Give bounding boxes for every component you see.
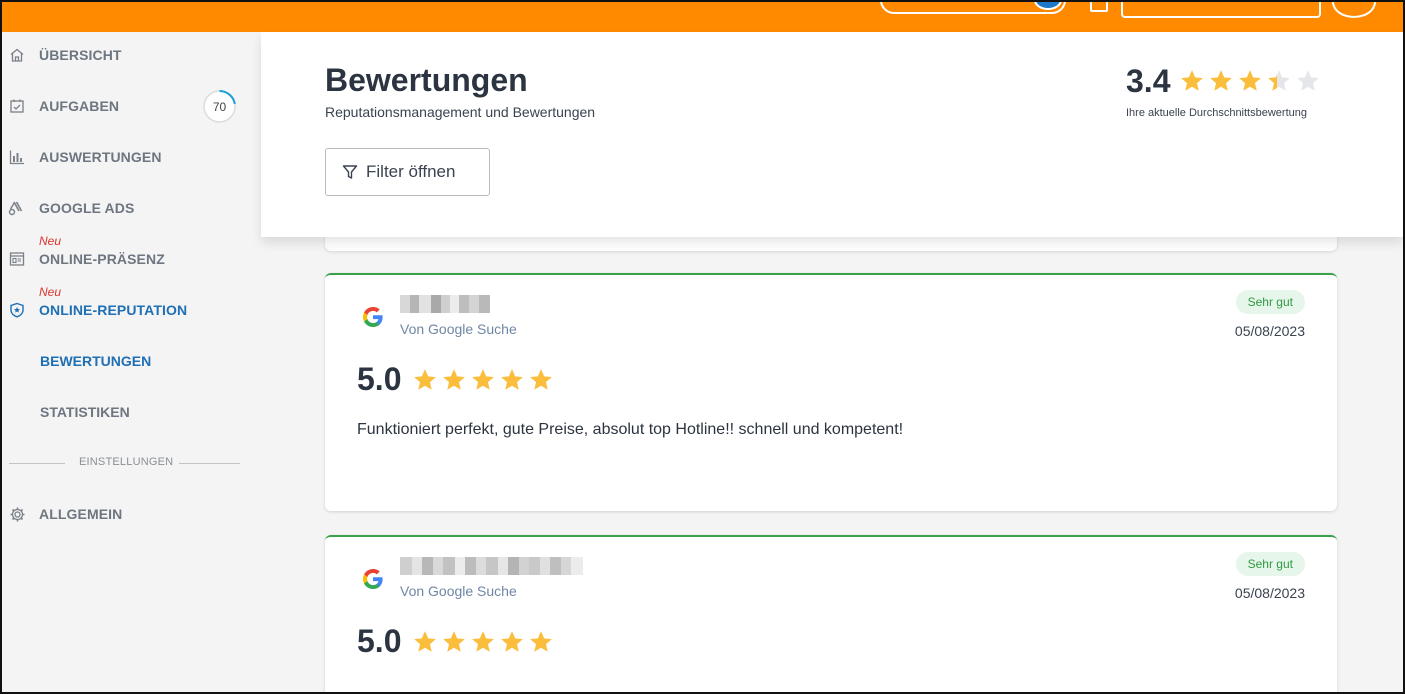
google-icon: [361, 567, 385, 591]
star-icon: [1268, 70, 1290, 91]
review-card: Von Google Suche Sehr gut 05/08/2023 5.0…: [325, 273, 1337, 511]
star-icon: [414, 369, 436, 390]
home-icon: [8, 46, 26, 64]
sidebar-item-allgemein[interactable]: ALLGEMEIN: [2, 499, 260, 529]
average-rating-caption: Ihre aktuelle Durchschnittsbewertung: [1126, 107, 1307, 119]
new-badge: Neu: [39, 234, 62, 248]
star-icon: [472, 369, 494, 390]
app-window: ÜBERSICHT AUFGABEN 70 AUSWERTUNGEN GOOGL…: [0, 0, 1405, 694]
star-icon: [414, 631, 436, 652]
sentiment-badge: Sehr gut: [1235, 552, 1305, 576]
star-icon: [1239, 70, 1261, 91]
reviewer-name-redacted: [400, 295, 490, 313]
sidebar-item-label: ALLGEMEIN: [39, 506, 123, 522]
sidebar-item-google-ads[interactable]: GOOGLE ADS: [2, 193, 260, 223]
settings-section-label: EINSTELLUNGEN: [79, 456, 174, 468]
average-rating-stars: [1179, 68, 1321, 94]
topbar-button[interactable]: [1121, 2, 1321, 18]
star-icon: [443, 631, 465, 652]
star-icon: [1181, 70, 1203, 91]
shield-star-icon: [8, 301, 26, 319]
review-date: 05/08/2023: [1234, 585, 1305, 601]
page-title: Bewertungen: [325, 62, 528, 98]
sidebar-item-uebersicht[interactable]: ÜBERSICHT: [2, 40, 260, 70]
review-source: Von Google Suche: [400, 321, 517, 337]
sidebar: ÜBERSICHT AUFGABEN 70 AUSWERTUNGEN GOOGL…: [2, 32, 260, 692]
gear-icon: [8, 505, 26, 523]
review-stars: [412, 367, 554, 393]
toggle-knob[interactable]: [1034, 2, 1062, 10]
filter-open-label: Filter öffnen: [366, 162, 456, 181]
sidebar-item-label: AUFGABEN: [39, 98, 120, 114]
star-icon: [1297, 70, 1319, 91]
sidebar-item-label: AUSWERTUNGEN: [39, 149, 162, 165]
star-icon: [530, 631, 552, 652]
sentiment-badge: Sehr gut: [1235, 290, 1305, 314]
sidebar-item-auswertungen[interactable]: AUSWERTUNGEN: [2, 142, 260, 172]
review-stars: [412, 629, 554, 655]
filter-icon: [342, 164, 358, 180]
new-badge: Neu: [39, 285, 62, 299]
google-ads-icon: [8, 199, 26, 217]
page-subtitle: Reputationsmanagement und Bewertungen: [325, 104, 596, 120]
calendar-icon[interactable]: [1090, 2, 1108, 12]
checklist-icon: [8, 97, 26, 115]
star-icon: [530, 369, 552, 390]
review-score: 5.0: [357, 361, 402, 397]
review-date: 05/08/2023: [1234, 323, 1305, 339]
sidebar-item-label: ÜBERSICHT: [39, 47, 122, 63]
sidebar-item-online-reputation[interactable]: Neu ONLINE-REPUTATION: [2, 285, 260, 325]
star-icon: [501, 631, 523, 652]
sidebar-item-online-praesenz[interactable]: Neu ONLINE-PRÄSENZ: [2, 234, 260, 274]
reviewer-name-redacted: [400, 557, 583, 575]
sidebar-item-label: ONLINE-PRÄSENZ: [39, 251, 165, 267]
star-icon: [472, 631, 494, 652]
star-icon: [1210, 70, 1232, 91]
star-icon: [443, 369, 465, 390]
page-header: Bewertungen Reputationsmanagement und Be…: [261, 32, 1403, 237]
browser-icon: [8, 250, 26, 268]
sidebar-subitem-statistiken[interactable]: STATISTIKEN: [40, 404, 130, 420]
bar-chart-icon: [8, 148, 26, 166]
top-bar: [2, 2, 1403, 32]
review-text: Funktioniert perfekt, gute Preise, absol…: [357, 421, 904, 438]
review-source: Von Google Suche: [400, 583, 517, 599]
sidebar-item-label: GOOGLE ADS: [39, 200, 135, 216]
topbar-toggle[interactable]: [880, 2, 1066, 14]
user-avatar[interactable]: [1332, 2, 1376, 18]
tasks-progress-value: 70: [212, 99, 227, 114]
average-rating-value: 3.4: [1126, 63, 1171, 99]
sidebar-subitem-bewertungen[interactable]: BEWERTUNGEN: [40, 353, 151, 369]
review-card: Von Google Suche Sehr gut 05/08/2023 5.0: [325, 535, 1337, 692]
filter-open-button[interactable]: Filter öffnen: [325, 148, 490, 196]
sidebar-item-label: ONLINE-REPUTATION: [39, 302, 188, 318]
review-score: 5.0: [357, 623, 402, 659]
settings-divider: EINSTELLUNGEN: [9, 456, 240, 468]
tasks-progress-ring: 70: [202, 89, 237, 124]
google-icon: [361, 305, 385, 329]
star-icon: [501, 369, 523, 390]
